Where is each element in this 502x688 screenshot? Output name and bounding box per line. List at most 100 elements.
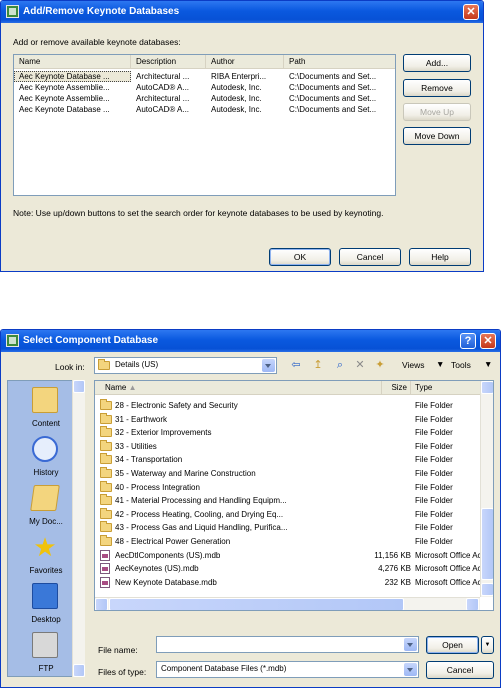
look-in-combo[interactable]: Details (US) (94, 357, 277, 374)
database-row[interactable]: Aec Keynote Assemblie... Architectural ..… (14, 93, 395, 104)
file-name: 40 - Process Integration (115, 482, 200, 492)
views-menu[interactable]: Views (402, 360, 425, 370)
dialog1-title: Add/Remove Keynote Databases (23, 6, 180, 17)
file-row[interactable]: 31 - Earthwork File Folder (95, 412, 480, 426)
cancel-button[interactable]: Cancel (339, 248, 401, 266)
database-cell: C:\Documents and Set... (289, 105, 377, 114)
file-row[interactable]: 33 - Utilities File Folder (95, 439, 480, 453)
views-chevron-down-icon[interactable]: ▼ (436, 359, 444, 369)
col-name[interactable]: Name (14, 55, 131, 69)
database-cell: Aec Keynote Database ... (19, 105, 110, 114)
col-size[interactable]: Size (382, 381, 411, 395)
database-list[interactable]: Name Description Author Path Aec Keynote… (13, 54, 396, 196)
file-type: Microsoft Office Acc... (415, 577, 481, 587)
move-up-button[interactable]: Move Up (403, 103, 471, 121)
col-author[interactable]: Author (206, 55, 284, 69)
ok-button[interactable]: OK (269, 248, 331, 266)
file-row[interactable]: 32 - Exterior Improvements File Folder (95, 426, 480, 439)
close-icon[interactable]: ✕ (463, 4, 479, 20)
search-web-icon[interactable]: ⌕ (332, 357, 348, 373)
add-button[interactable]: Add... (403, 54, 471, 72)
folder-icon (100, 399, 112, 410)
chevron-down-icon[interactable] (404, 663, 417, 676)
back-icon[interactable]: ⇦ (288, 357, 304, 373)
look-in-value: Details (US) (115, 360, 159, 369)
scroll-left-icon[interactable] (95, 598, 108, 610)
scroll-down-icon[interactable] (481, 583, 493, 596)
database-row[interactable]: Aec Keynote Database ... AutoCAD® A... Aut… (14, 104, 395, 115)
database-row[interactable]: Aec Keynote Assemblie... AutoCAD® A... Aut… (14, 82, 395, 93)
files-of-type-value: Component Database Files (*.mdb) (161, 664, 287, 673)
folder-icon (100, 412, 112, 424)
file-row[interactable]: 35 - Waterway and Marine Construction Fil… (95, 467, 480, 480)
database-file-icon (100, 549, 110, 561)
file-row[interactable]: 42 - Process Heating, Cooling, and Dryin… (95, 507, 480, 521)
file-row[interactable]: 48 - Electrical Power Generation File Fol… (95, 535, 480, 548)
col-description[interactable]: Description (131, 55, 206, 69)
database-cell: C:\Documents and Set... (289, 94, 377, 103)
files-of-type-label: Files of type: (98, 667, 147, 677)
scroll-thumb[interactable] (481, 508, 493, 580)
cancel-button[interactable]: Cancel (426, 661, 494, 679)
file-name: New Keynote Database.mdb (115, 577, 217, 587)
move-down-button[interactable]: Move Down (403, 127, 471, 145)
col-path[interactable]: Path (284, 55, 395, 69)
files-of-type-combo[interactable]: Component Database Files (*.mdb) (156, 661, 419, 678)
file-name: 48 - Electrical Power Generation (115, 537, 231, 546)
chevron-down-icon[interactable] (404, 638, 417, 651)
places-scrollbar[interactable] (72, 380, 85, 677)
database-row[interactable]: Aec Keynote Database ... Architectural ..… (14, 71, 395, 82)
database-cell: Aec Keynote Assemblie... (19, 94, 110, 103)
scroll-up-icon[interactable] (73, 380, 85, 393)
file-list[interactable]: Name ▲ Size Type 28 - Electronic Safety … (94, 380, 494, 611)
open-options-button[interactable]: ▼ (481, 636, 494, 654)
col-name[interactable]: Name ▲ (95, 381, 382, 395)
file-row[interactable]: 40 - Process Integration File Folder (95, 480, 480, 494)
close-icon[interactable]: ✕ (480, 333, 496, 349)
file-name-combo[interactable] (156, 636, 419, 653)
scroll-up-icon[interactable] (481, 381, 493, 394)
col-type[interactable]: Type (411, 381, 481, 395)
file-row[interactable]: AecDtlComponents (US).mdb 11,156 KB Micros… (95, 549, 481, 562)
dialog1-note: Note: Use up/down buttons to set the sea… (13, 208, 384, 218)
file-size (305, 453, 411, 466)
help-button[interactable]: Help (409, 248, 471, 266)
file-size: 4,276 KB (378, 564, 411, 574)
delete-icon[interactable]: ✕ (352, 357, 368, 373)
help-icon[interactable]: ? (460, 333, 476, 349)
chevron-down-icon[interactable] (262, 359, 275, 372)
scroll-down-icon[interactable] (73, 664, 85, 677)
file-type: File Folder (415, 428, 453, 438)
tools-chevron-down-icon[interactable]: ▼ (484, 359, 492, 369)
remove-button[interactable]: Remove (403, 79, 471, 97)
file-row[interactable]: AecKeynotes (US).mdb 4,276 KB Microsoft Of… (95, 562, 481, 575)
scroll-right-icon[interactable] (466, 598, 479, 610)
new-folder-icon[interactable]: ✦ (372, 357, 388, 373)
file-list-hscrollbar[interactable] (95, 597, 480, 610)
file-name: 28 - Electronic Safety and Security (115, 401, 238, 410)
folder-icon (100, 507, 112, 519)
tools-menu[interactable]: Tools (451, 360, 471, 370)
add-remove-keynote-dialog: Add/Remove Keynote Databases ✕ Add or re… (0, 0, 484, 272)
up-folder-icon[interactable]: ↥ (310, 357, 326, 373)
folder-icon (32, 387, 58, 413)
file-row[interactable]: 43 - Process Gas and Liquid Handling, Pu… (95, 521, 480, 534)
file-row[interactable]: New Keynote Database.mdb 232 KB Microsoft … (95, 576, 481, 589)
file-type: File Folder (415, 469, 453, 478)
open-button[interactable]: Open (426, 636, 479, 654)
folder-icon (100, 439, 112, 451)
folder-icon (98, 359, 110, 370)
database-cell: Autodesk, Inc. (211, 105, 262, 114)
file-row[interactable]: 34 - Transportation File Folder (95, 453, 480, 466)
file-name: 43 - Process Gas and Liquid Handling, Pu… (115, 523, 288, 533)
app-icon (6, 5, 19, 18)
folder-icon (100, 480, 112, 492)
file-list-vscrollbar[interactable] (480, 381, 493, 597)
file-type: Microsoft Office Acc... (415, 564, 481, 574)
open-label: Open (442, 640, 463, 650)
file-row[interactable]: 28 - Electronic Safety and Security File … (95, 399, 480, 412)
file-row[interactable]: 41 - Material Processing and Handling Eq… (95, 494, 480, 507)
file-type: File Folder (415, 441, 453, 451)
ftp-icon (32, 632, 58, 658)
scroll-thumb-h[interactable] (109, 598, 404, 610)
